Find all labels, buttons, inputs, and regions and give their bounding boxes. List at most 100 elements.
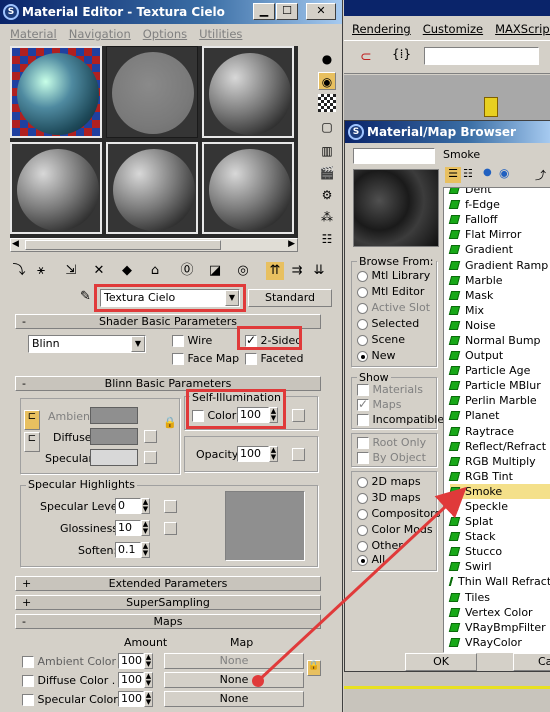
shader-select[interactable]: Blinn ▼ (28, 335, 146, 353)
cancel-button[interactable]: Cancel (513, 653, 550, 671)
browser-titlebar[interactable]: S Material/Map Browser (345, 121, 550, 143)
two-sided-checkbox[interactable] (245, 333, 257, 347)
browse-mtl-editor[interactable]: Mtl Editor (357, 285, 424, 298)
get-material-icon[interactable]: ⤵ (10, 262, 28, 280)
glossiness-spinner[interactable]: 10 ▲ ▼ (115, 520, 150, 536)
magnet-icon[interactable]: ⊂ (360, 49, 372, 65)
rollout-maps[interactable]: - Maps (15, 614, 321, 629)
update-scene-icon[interactable]: ⤴ (535, 167, 546, 183)
two-sided-checkbox-row[interactable]: 2-Sided (245, 333, 302, 347)
type-all[interactable]: All (357, 553, 385, 566)
show-incompatible[interactable]: Incompatible (357, 413, 444, 426)
faceted-checkbox[interactable] (245, 353, 257, 365)
faceted-checkbox-row[interactable]: Faceted (245, 352, 303, 365)
menu-options[interactable]: Options (143, 27, 187, 41)
specular-level-spinner[interactable]: 0 ▲ ▼ (115, 498, 150, 514)
select-by-material-icon[interactable]: ⁂ (318, 208, 336, 226)
menu-rendering[interactable]: Rendering (352, 22, 411, 36)
map-list-item[interactable]: RGB Tint (448, 469, 550, 484)
lock-icon[interactable]: 🔒 (307, 660, 321, 676)
map-list-item[interactable]: Dent (448, 188, 550, 197)
assign-to-selection-icon[interactable]: ⇲ (62, 262, 80, 280)
menu-material[interactable]: Material (10, 27, 57, 41)
make-unique-icon[interactable]: ◆ (118, 262, 136, 280)
map-list-item[interactable]: VRayBmpFilter (448, 620, 550, 635)
sample-slot-4[interactable] (10, 142, 102, 234)
map-list-item[interactable]: Falloff (448, 212, 550, 227)
put-to-library-icon[interactable]: ⌂ (146, 262, 164, 280)
specular-map-checkbox[interactable] (22, 694, 34, 706)
map-list-item[interactable]: Normal Bump (448, 333, 550, 348)
map-list-item[interactable]: Stack (448, 529, 550, 544)
go-forward-icon[interactable]: ⇊ (310, 262, 328, 280)
specular-level-map-button[interactable] (164, 500, 177, 513)
radio-scene[interactable] (357, 334, 368, 346)
ambient-amount-value[interactable]: 100 (118, 653, 144, 669)
material-effects-channel-icon[interactable]: ⓪ (178, 262, 196, 280)
view-list-icons-icon[interactable]: ☷ (463, 167, 473, 180)
sample-slot-3[interactable] (202, 46, 294, 138)
root-only[interactable]: Root Only (357, 436, 426, 449)
sample-slot-1[interactable] (10, 46, 102, 138)
go-forward-to-sibling-icon[interactable]: ⇉ (288, 262, 306, 280)
map-list-item[interactable]: Vertex Color (448, 605, 550, 620)
rollout-shader-basic[interactable]: - Shader Basic Parameters (15, 314, 321, 329)
face-map-checkbox[interactable] (172, 353, 184, 365)
radio-all[interactable] (357, 554, 368, 566)
radio-color-mods[interactable] (357, 524, 368, 536)
diffuse-map-button[interactable]: None (164, 672, 304, 688)
named-selection-icon[interactable]: {⁞} (392, 47, 411, 61)
self-illum-spinner[interactable]: 100 ▲ ▼ (237, 407, 278, 423)
spinner-arrows-icon[interactable]: ▲ ▼ (269, 407, 278, 423)
map-list-item[interactable]: Gradient (448, 242, 550, 257)
opacity-spinner[interactable]: 100 ▲ ▼ (237, 446, 278, 462)
radio-mtl-editor[interactable] (357, 286, 368, 298)
map-list-item[interactable]: Stucco (448, 544, 550, 559)
chevron-down-icon[interactable]: ▼ (225, 290, 239, 306)
map-list-item[interactable]: f-Edge (448, 197, 550, 212)
show-maps[interactable]: Maps (357, 397, 401, 411)
scroll-right-arrow[interactable]: ▶ (288, 239, 295, 249)
spinner-arrows-icon[interactable]: ▲ ▼ (141, 520, 150, 536)
material-name-field[interactable]: Textura Cielo ▼ (100, 289, 240, 307)
specular-map-button[interactable]: None (164, 691, 304, 707)
ambient-map-checkbox[interactable] (22, 656, 34, 668)
radio-selected[interactable] (357, 318, 368, 330)
backlight-icon[interactable]: ◉ (318, 72, 336, 90)
map-list-item[interactable]: Mask (448, 288, 550, 303)
menu-maxscript[interactable]: MAXScript (495, 22, 550, 36)
root-only-checkbox[interactable] (357, 437, 369, 449)
show-materials-checkbox[interactable] (357, 384, 369, 396)
show-materials[interactable]: Materials (357, 383, 423, 396)
radio-3d-maps[interactable] (357, 492, 368, 504)
map-list-item[interactable]: Smoke (448, 483, 550, 499)
ambient-map-button[interactable]: None (164, 653, 304, 669)
self-illum-map-button[interactable] (292, 409, 305, 422)
show-incompatible-checkbox[interactable] (357, 414, 369, 426)
material-type-button[interactable]: Standard (248, 289, 332, 307)
options-icon[interactable]: ⚙ (318, 186, 336, 204)
diffuse-amount-value[interactable]: 100 (118, 672, 144, 688)
rollout-blinn-basic[interactable]: - Blinn Basic Parameters (15, 376, 321, 391)
browse-new[interactable]: New (357, 349, 396, 362)
view-list-icon[interactable]: ☰ (445, 167, 461, 183)
sample-slots-scrollbar[interactable]: ◀ ▶ (10, 238, 298, 252)
spinner-arrows-icon[interactable]: ▲ ▼ (269, 446, 278, 462)
map-list[interactable]: Dent f-Edge Falloff Flat Mirror Gradient Grad… (443, 187, 550, 653)
specular-map-button[interactable] (144, 451, 157, 464)
radio-mtl-library[interactable] (357, 270, 368, 282)
rollout-supersampling[interactable]: + SuperSampling (15, 595, 321, 610)
map-list-item[interactable]: Thin Wall Refraction (448, 574, 550, 589)
browse-scene[interactable]: Scene (357, 333, 405, 346)
named-selection-field[interactable] (424, 47, 539, 65)
diffuse-swatch[interactable] (90, 428, 138, 445)
put-to-scene-icon[interactable]: ⚹ (32, 262, 50, 280)
diffuse-amount-spinner[interactable]: 100 ▲ ▼ (118, 672, 153, 688)
soften-value[interactable]: 0.1 (115, 542, 141, 558)
lock-diffuse-specular-icon[interactable]: ⊏ (24, 432, 40, 452)
specular-swatch[interactable] (90, 449, 138, 466)
show-end-result-icon[interactable]: ◎ (234, 262, 252, 280)
browser-search-input[interactable] (353, 148, 435, 164)
sample-slot-5[interactable] (106, 142, 198, 234)
self-illum-value[interactable]: 100 (237, 407, 269, 423)
